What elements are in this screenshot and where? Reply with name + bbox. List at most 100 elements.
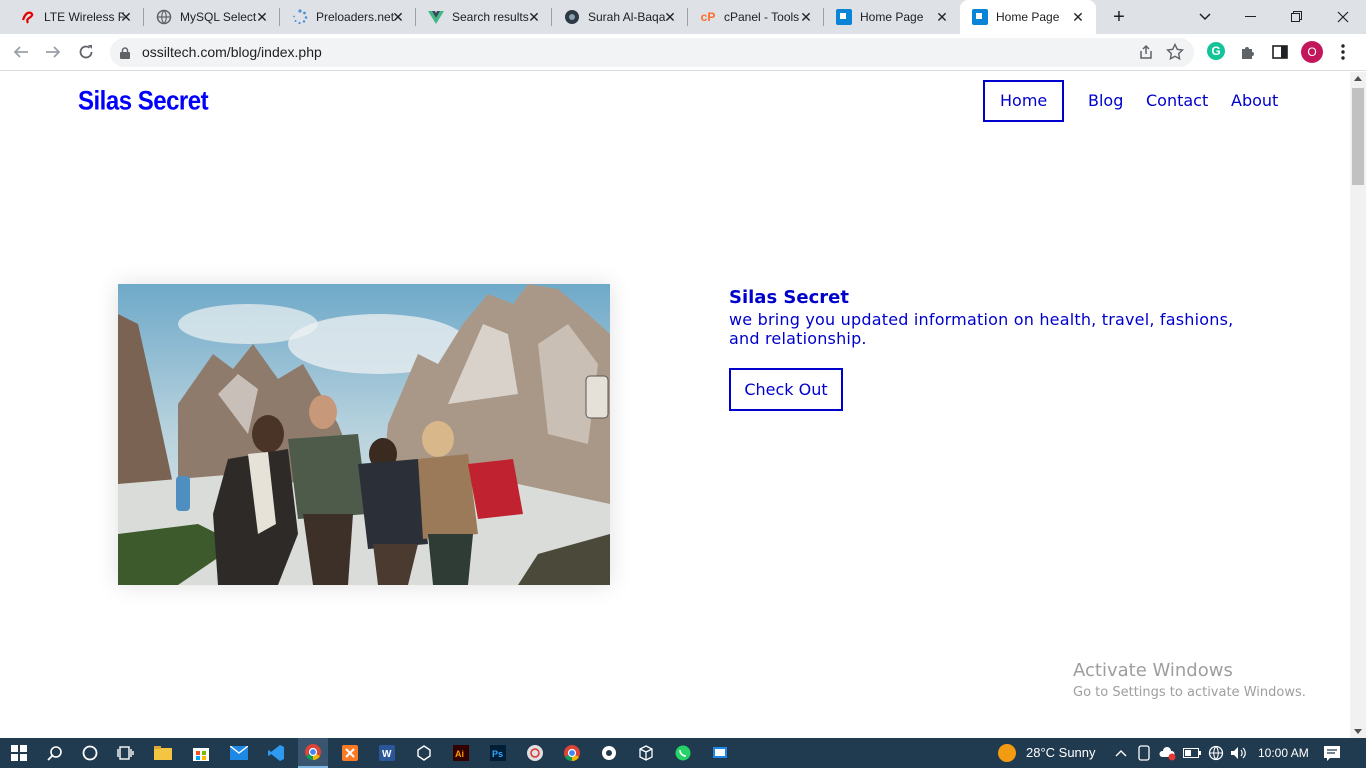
start-icon[interactable] xyxy=(9,743,29,763)
battery-icon[interactable] xyxy=(1182,743,1202,763)
volume-icon[interactable] xyxy=(1229,743,1249,763)
close-icon[interactable]: ✕ xyxy=(934,9,950,25)
tab-title: Surah Al-Baqa xyxy=(588,10,666,24)
profile-avatar[interactable]: O xyxy=(1301,41,1323,63)
tab-title: Home Page xyxy=(996,10,1060,24)
bookmark-star-icon[interactable] xyxy=(1165,42,1185,66)
tray-chevron-up-icon[interactable] xyxy=(1111,743,1131,763)
forward-arrow-icon xyxy=(46,46,61,58)
tab-preloaders[interactable]: Preloaders.net ✕ xyxy=(280,0,416,34)
cpanel-icon: cP xyxy=(700,10,716,24)
activate-windows-watermark: Activate Windows Go to Settings to activ… xyxy=(1073,660,1306,700)
tab-title: LTE Wireless F xyxy=(44,10,124,24)
scroll-down-icon[interactable] xyxy=(1354,729,1362,734)
watermark-line1: Activate Windows xyxy=(1073,660,1233,681)
nav-blog[interactable]: Blog xyxy=(1088,80,1123,122)
app-icon[interactable] xyxy=(599,743,619,763)
tab-cpanel[interactable]: cP cPanel - Tools ✕ xyxy=(688,0,824,34)
close-icon[interactable]: ✕ xyxy=(1070,9,1086,25)
scroll-up-icon[interactable] xyxy=(1354,76,1362,81)
package-icon[interactable] xyxy=(636,743,656,763)
mail-icon[interactable] xyxy=(229,743,249,763)
scrollbar-thumb[interactable] xyxy=(1352,88,1364,185)
watermark-line2: Go to Settings to activate Windows. xyxy=(1073,685,1306,700)
grammarly-app-icon[interactable] xyxy=(525,743,545,763)
restore-button[interactable] xyxy=(1274,0,1320,34)
weather-text[interactable]: 28°C Sunny xyxy=(1026,745,1096,760)
svg-text:W: W xyxy=(382,749,392,760)
unknown-app-icon[interactable] xyxy=(414,743,434,763)
menu-kebab-icon[interactable] xyxy=(1333,42,1353,62)
reload-icon xyxy=(79,45,93,59)
tab-title: MySQL Select xyxy=(180,10,257,24)
tab-lte-wireless[interactable]: LTE Wireless F ✕ xyxy=(0,0,144,34)
app2-icon[interactable] xyxy=(710,743,730,763)
tab-search-results[interactable]: Search results ✕ xyxy=(416,0,552,34)
store-icon[interactable] xyxy=(191,743,211,763)
close-icon[interactable]: ✕ xyxy=(254,9,270,25)
chrome-taskbar-button[interactable] xyxy=(298,738,328,768)
globe-icon xyxy=(156,9,172,25)
chrome-alt-icon[interactable] xyxy=(562,743,582,763)
forward-button[interactable] xyxy=(41,40,65,64)
word-icon[interactable]: W xyxy=(377,743,397,763)
file-explorer-icon[interactable] xyxy=(153,743,173,763)
illustrator-icon[interactable]: Ai xyxy=(451,743,471,763)
vscode-icon[interactable] xyxy=(266,743,286,763)
check-out-button[interactable]: Check Out xyxy=(729,368,843,411)
onedrive-error-icon[interactable] xyxy=(1158,743,1178,763)
lock-icon[interactable] xyxy=(120,46,130,64)
network-globe-icon[interactable] xyxy=(1206,743,1226,763)
clock-time[interactable]: 10:00 AM xyxy=(1258,746,1309,760)
nav-home[interactable]: Home xyxy=(983,80,1065,122)
address-bar[interactable]: ossiltech.com/blog/index.php xyxy=(110,38,1194,67)
spinner-icon xyxy=(292,9,308,25)
share-icon[interactable] xyxy=(1138,44,1154,65)
tab-surah[interactable]: Surah Al-Baqa ✕ xyxy=(552,0,688,34)
close-icon[interactable]: ✕ xyxy=(662,9,678,25)
url-text[interactable]: ossiltech.com/blog/index.php xyxy=(142,44,322,60)
weather-sun-icon[interactable] xyxy=(997,743,1017,763)
site-icon xyxy=(836,9,852,25)
tab-strip: LTE Wireless F ✕ MySQL Select ✕ Preloade… xyxy=(0,0,1366,34)
close-icon[interactable]: ✕ xyxy=(118,9,134,25)
svg-text:Ps: Ps xyxy=(492,749,503,759)
chevron-down-icon xyxy=(1199,13,1211,21)
site-icon xyxy=(972,9,988,25)
quran-icon xyxy=(564,9,580,25)
tab-home-page-1[interactable]: Home Page ✕ xyxy=(824,0,960,34)
close-icon[interactable]: ✕ xyxy=(526,9,542,25)
close-icon[interactable]: ✕ xyxy=(390,9,406,25)
cortana-icon[interactable] xyxy=(80,743,100,763)
hero-image-travelers-mountains xyxy=(118,284,610,585)
notification-icon[interactable] xyxy=(1322,743,1342,763)
whatsapp-icon[interactable] xyxy=(673,743,693,763)
windows-taskbar: W Ai Ps 28°C Sunny 10:00 AM xyxy=(0,738,1366,768)
svg-text:Ai: Ai xyxy=(455,749,464,759)
back-arrow-icon xyxy=(13,46,28,58)
new-tab-button[interactable]: + xyxy=(1108,7,1130,27)
close-icon[interactable]: ✕ xyxy=(798,9,814,25)
tray-app-icon[interactable] xyxy=(1134,743,1154,763)
nav-contact[interactable]: Contact xyxy=(1146,80,1208,122)
page-scrollbar[interactable] xyxy=(1350,72,1366,738)
close-window-button[interactable] xyxy=(1320,0,1366,34)
chrome-icon xyxy=(305,744,321,761)
back-button[interactable] xyxy=(9,40,33,64)
side-panel-icon[interactable] xyxy=(1270,42,1290,62)
reload-button[interactable] xyxy=(74,40,98,64)
search-icon[interactable] xyxy=(45,743,65,763)
photoshop-icon[interactable]: Ps xyxy=(488,743,508,763)
site-logo[interactable]: Silas Secret xyxy=(78,87,209,118)
tab-title: Home Page xyxy=(860,10,924,24)
extensions-puzzle-icon[interactable] xyxy=(1238,42,1258,62)
tab-title: Search results xyxy=(452,10,529,24)
task-view-icon[interactable] xyxy=(116,743,136,763)
tab-search-button[interactable] xyxy=(1182,0,1228,34)
nav-about[interactable]: About xyxy=(1231,80,1278,122)
tab-home-page-active[interactable]: Home Page ✕ xyxy=(960,0,1096,34)
minimize-button[interactable] xyxy=(1228,0,1274,34)
xampp-icon[interactable] xyxy=(340,743,360,763)
tab-mysql[interactable]: MySQL Select ✕ xyxy=(144,0,280,34)
grammarly-extension-icon[interactable]: G xyxy=(1207,42,1225,60)
